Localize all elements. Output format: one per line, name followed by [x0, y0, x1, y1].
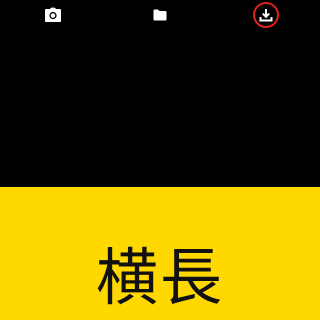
download-button[interactable] — [253, 2, 279, 28]
camera-button[interactable] — [40, 2, 66, 28]
app-screen: 横長 — [0, 0, 320, 320]
camera-icon — [45, 7, 61, 22]
preview-area-black — [0, 30, 320, 187]
top-toolbar — [0, 0, 320, 30]
download-icon — [259, 9, 273, 22]
banner-text: 横長 — [95, 241, 224, 314]
folder-icon — [153, 9, 167, 21]
folder-button[interactable] — [147, 2, 173, 28]
